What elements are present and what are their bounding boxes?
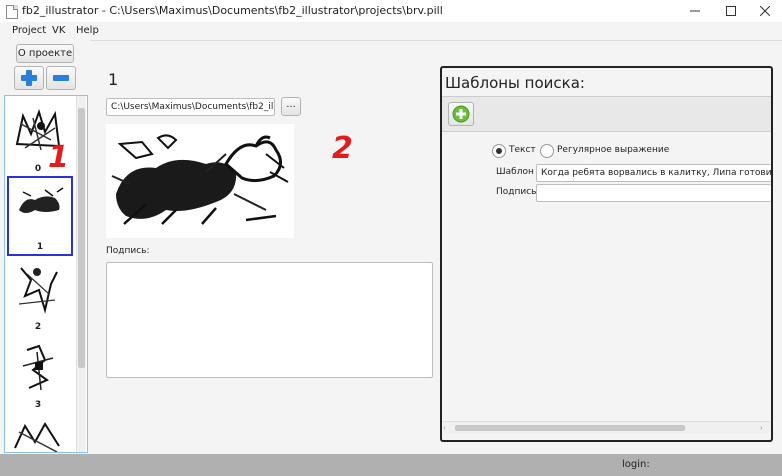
minimize-button[interactable]: [678, 0, 712, 22]
scroll-left-arrow[interactable]: ‹: [443, 424, 451, 432]
add-template-button[interactable]: [448, 102, 474, 126]
thumbnail-number: 2: [34, 322, 42, 332]
radio-regex[interactable]: [540, 144, 554, 158]
plus-icon: [21, 70, 37, 86]
app-icon: [6, 5, 18, 19]
close-button[interactable]: [748, 0, 782, 22]
radio-regex-label: Регулярное выражение: [557, 145, 670, 155]
illustration-image: [111, 134, 289, 225]
illustration-editor: 1 C:\Users\Maximus\Documents\fb2_illustr…: [94, 40, 439, 454]
thumbnail-item[interactable]: 3: [7, 336, 69, 412]
template-caption-label: Подпись: [496, 187, 537, 197]
radio-text-label: Текст: [509, 145, 536, 155]
toolbar: [442, 96, 771, 132]
add-circle-icon: [452, 105, 470, 123]
menu-help[interactable]: Help: [76, 25, 99, 36]
thumbnail-number: 1: [36, 242, 44, 252]
radio-text[interactable]: [492, 144, 506, 158]
window-title: fb2_illustrator - C:\Users\Maximus\Docum…: [22, 4, 443, 17]
menu-bar: Project VK Help: [0, 22, 782, 41]
thumbnail-image: [22, 344, 54, 391]
maximize-button[interactable]: [714, 0, 748, 22]
annotation-marker-1: 1: [48, 140, 69, 175]
thumbnail-list[interactable]: 0 1 2 3: [4, 95, 88, 453]
minus-icon: [53, 75, 69, 81]
caption-textarea[interactable]: [106, 262, 433, 378]
template-caption-field[interactable]: [536, 184, 771, 202]
illustration-preview: [106, 124, 294, 238]
scrollbar-thumb[interactable]: [455, 425, 685, 431]
about-button[interactable]: О проекте: [16, 44, 74, 63]
menu-vk[interactable]: VK: [52, 25, 65, 36]
menu-project[interactable]: Project: [12, 25, 46, 36]
search-templates-panel: Шаблоны поиска: Текст Регулярное выражен…: [440, 66, 773, 442]
caption-label: Подпись:: [106, 246, 150, 256]
thumbnail-item[interactable]: [7, 416, 69, 452]
template-field[interactable]: Когда ребята ворвались в калитку, Липа г…: [536, 164, 771, 182]
close-icon: [759, 5, 771, 17]
illustration-number: 1: [108, 70, 119, 89]
scroll-right-arrow[interactable]: ›: [760, 424, 768, 432]
login-label: login:: [622, 459, 650, 470]
browse-button[interactable]: ...: [281, 97, 301, 116]
minimize-icon: [690, 10, 700, 12]
thumbnail-scrollbar[interactable]: [76, 96, 86, 452]
status-bar: login:: [0, 454, 782, 476]
thumbnail-item-selected[interactable]: 1: [7, 176, 73, 256]
left-panel: О проекте 0 1 2 3: [0, 40, 90, 454]
maximize-icon: [726, 6, 736, 16]
search-templates-title: Шаблоны поиска:: [445, 74, 585, 92]
remove-illustration-button[interactable]: [46, 66, 76, 90]
horizontal-scrollbar[interactable]: ‹ ›: [443, 421, 770, 434]
image-path-field[interactable]: C:\Users\Maximus\Documents\fb2_illustra: [106, 98, 275, 116]
scrollbar-thumb[interactable]: [78, 108, 85, 368]
thumbnail-image: [14, 422, 60, 452]
add-illustration-button[interactable]: [14, 66, 44, 90]
thumbnail-number: 3: [34, 400, 42, 410]
template-label: Шаблон: [496, 167, 534, 177]
thumbnail-item[interactable]: 2: [7, 258, 69, 334]
title-bar: fb2_illustrator - C:\Users\Maximus\Docum…: [0, 0, 782, 23]
thumbnail-image: [18, 267, 58, 314]
thumbnail-image: [19, 187, 64, 213]
